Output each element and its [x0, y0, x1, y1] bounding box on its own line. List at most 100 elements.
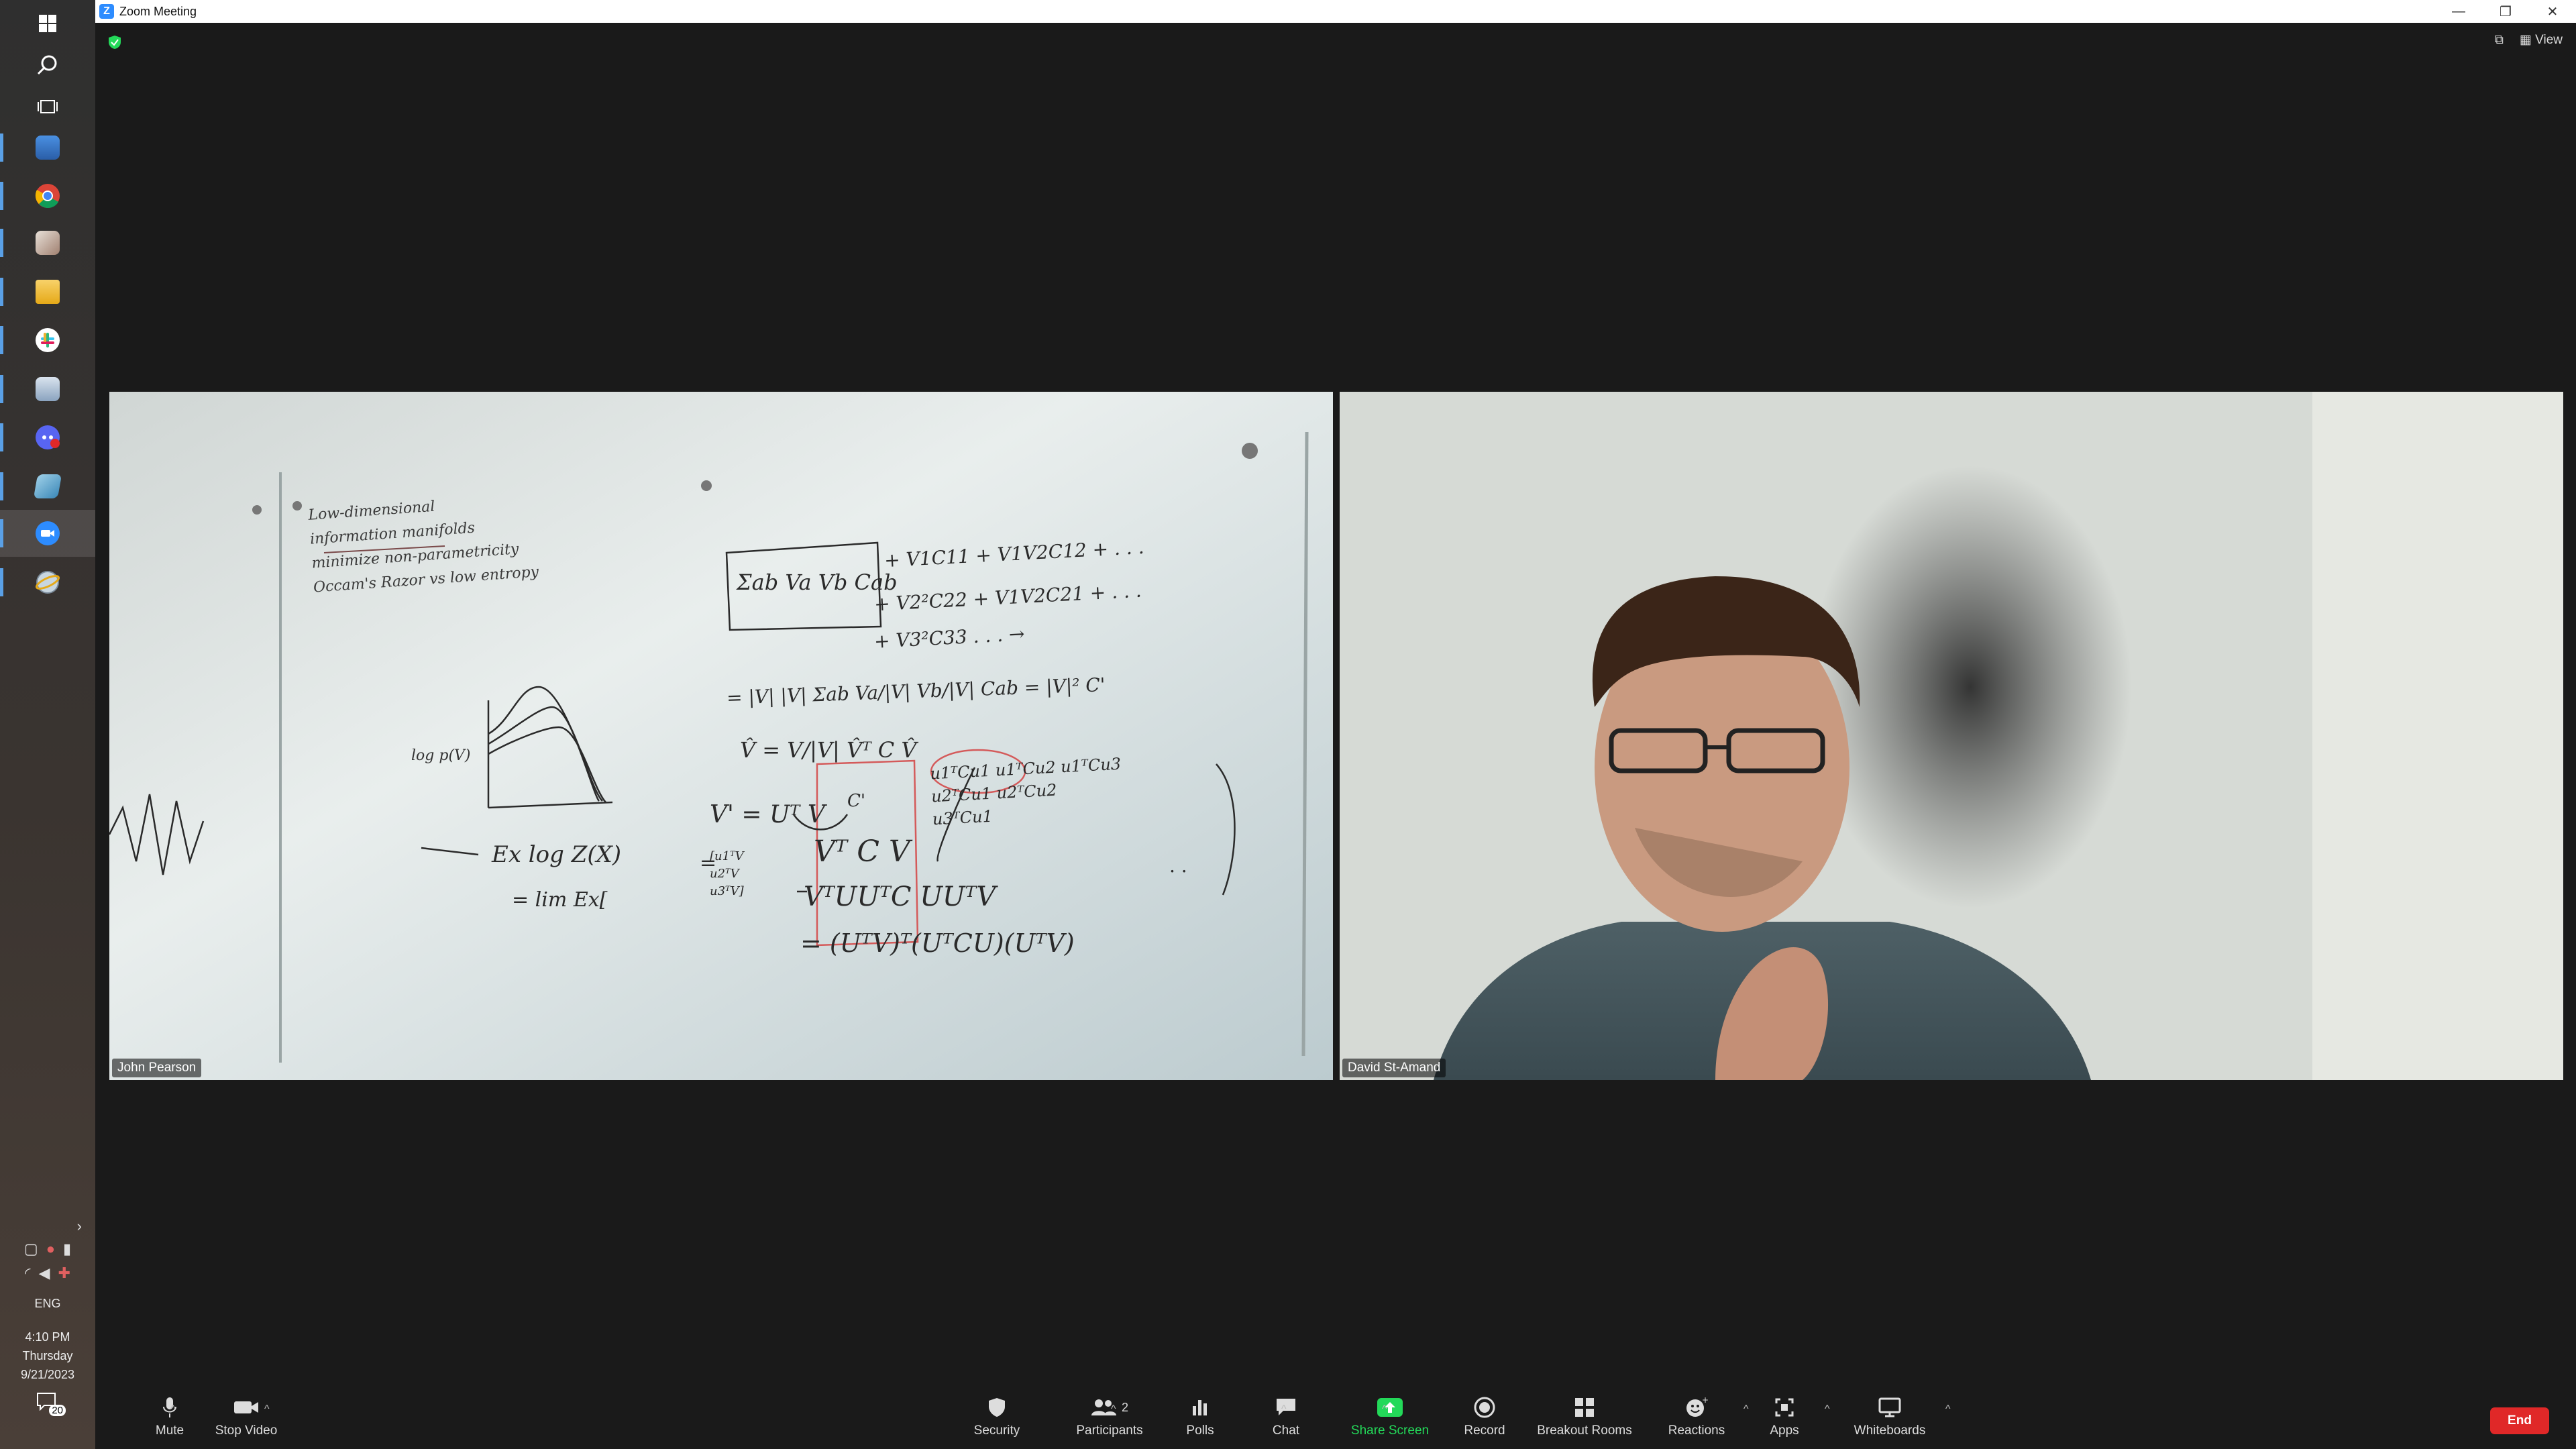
polls-button[interactable]: Polls [1167, 1394, 1234, 1438]
immersive-view-icon[interactable]: ⧉ [2494, 33, 2504, 48]
chrome-icon [35, 184, 60, 208]
view-label: View [2535, 33, 2563, 47]
chat-options-chevron-icon[interactable]: ^ [1281, 1403, 1287, 1415]
security-shield-icon [987, 1394, 1006, 1421]
whiteboard-equation: C' [847, 791, 866, 811]
taskbar-app-notes[interactable] [0, 463, 95, 510]
share-screen-button[interactable]: Share Screen [1340, 1394, 1440, 1438]
mute-button[interactable]: Mute [136, 1394, 203, 1438]
participants-icon: 2 [1091, 1394, 1128, 1421]
end-meeting-button[interactable]: End [2490, 1407, 2549, 1434]
volume-icon[interactable]: ◀ [39, 1265, 50, 1282]
restore-button[interactable]: ❐ [2482, 0, 2529, 23]
encryption-shield-icon[interactable] [107, 35, 122, 50]
whiteboards-options-chevron-icon[interactable]: ^ [1945, 1403, 1951, 1415]
show-hidden-icons-chevron-icon[interactable]: › [0, 1218, 95, 1235]
security-button[interactable]: Security [950, 1394, 1044, 1438]
clock-time: 4:10 PM [25, 1330, 70, 1344]
taskbar-app-zoom[interactable] [0, 510, 95, 557]
clock-date: 9/21/2023 [20, 1368, 75, 1381]
battery-warning-icon[interactable]: ✚ [58, 1265, 70, 1282]
zoom-logo-icon: Z [99, 4, 114, 19]
participant-name-tag: John Pearson [112, 1059, 202, 1077]
participants-button[interactable]: 2 Participants [1059, 1394, 1160, 1438]
whiteboard-equation: VᵀUUᵀC UUᵀV [804, 881, 996, 912]
participants-label: Participants [1076, 1424, 1143, 1438]
photo-app-icon [36, 231, 60, 255]
whiteboard-notes: Low-dimensional information manifolds mi… [307, 488, 539, 600]
reactions-options-chevron-icon[interactable]: ^ [1743, 1403, 1749, 1415]
share-options-chevron-icon[interactable]: ^ [1382, 1403, 1387, 1415]
whiteboard-dots: . . [1169, 855, 1187, 877]
wifi-icon[interactable]: ◜ [25, 1265, 31, 1282]
clock[interactable]: 4:10 PM Thursday 9/21/2023 [0, 1328, 95, 1384]
task-view-icon [38, 100, 58, 113]
close-icon: ✕ [2546, 4, 2559, 19]
whiteboard-equation: [u1ᵀV u2ᵀV u3ᵀV] [710, 849, 744, 898]
participant-name-tag: David St-Amand [1342, 1059, 1446, 1077]
taskbar-app-browser[interactable] [0, 559, 95, 606]
record-icon [1474, 1394, 1495, 1421]
security-label: Security [973, 1424, 1020, 1438]
whiteboard-equation: Ex log Z(X) [492, 841, 622, 868]
whiteboards-button[interactable]: Whiteboards [1839, 1394, 1940, 1438]
audio-options-chevron-icon[interactable]: ^ [170, 1403, 176, 1415]
taskbar-app-network[interactable] [0, 366, 95, 413]
meeting-toolbar: Mute ^ Stop Video ^ Security 2 Participa… [95, 1389, 2576, 1449]
video-tile-david-st-amand[interactable]: David St-Amand [1340, 392, 2563, 1080]
video-options-chevron-icon[interactable]: ^ [264, 1403, 270, 1415]
reactions-button[interactable]: + Reactions [1653, 1394, 1740, 1438]
window-title-bar: Z Zoom Meeting — ❐ ✕ [95, 0, 2576, 23]
taskbar-app-image[interactable] [0, 219, 95, 266]
notification-center-button[interactable]: 20 [36, 1392, 66, 1416]
system-tray: › ▢ ● ▮ ◜ ◀ ✚ ENG 4:10 PM Thursday 9/21/… [0, 1218, 95, 1449]
clock-day: Thursday [22, 1349, 73, 1362]
discord-icon [36, 425, 60, 449]
whiteboards-label: Whiteboards [1854, 1424, 1926, 1438]
minimize-button[interactable]: — [2435, 0, 2482, 23]
svg-text:+: + [1702, 1396, 1708, 1405]
microphone-icon[interactable]: ▮ [63, 1240, 71, 1258]
mute-label: Mute [155, 1424, 184, 1438]
task-view-button[interactable] [0, 83, 95, 130]
zoom-icon [36, 521, 60, 545]
polls-label: Polls [1186, 1424, 1214, 1438]
participants-count: 2 [1121, 1400, 1128, 1414]
remote-desktop-icon [36, 136, 60, 160]
meet-now-icon[interactable]: ▢ [24, 1240, 38, 1258]
restore-icon: ❐ [2500, 4, 2512, 19]
windows-taskbar: › ▢ ● ▮ ◜ ◀ ✚ ENG 4:10 PM Thursday 9/21/… [0, 0, 96, 1449]
taskbar-app-remote-desktop[interactable] [0, 124, 95, 171]
record-label: Record [1464, 1424, 1505, 1438]
stop-video-button[interactable]: Stop Video [196, 1394, 297, 1438]
apps-button[interactable]: Apps [1751, 1394, 1818, 1438]
close-button[interactable]: ✕ [2529, 0, 2576, 23]
record-button[interactable]: Record [1448, 1394, 1521, 1438]
grid-view-icon: ▦ [2519, 33, 2532, 47]
search-button[interactable] [0, 42, 95, 89]
breakout-rooms-button[interactable]: Breakout Rooms [1527, 1394, 1642, 1438]
globe-app-icon [35, 571, 60, 594]
video-tile-john-pearson[interactable]: Low-dimensional information manifolds mi… [109, 392, 1333, 1080]
meeting-area: ⧉ ▦ View Low-dimensional information man… [95, 23, 2576, 1389]
reactions-label: Reactions [1668, 1424, 1725, 1438]
participants-options-chevron-icon[interactable]: ^ [1111, 1403, 1116, 1415]
view-button[interactable]: ▦ View [2520, 32, 2563, 48]
whiteboard-equation: log p(V) [411, 747, 471, 764]
taskbar-app-discord[interactable] [0, 414, 95, 461]
stop-video-label: Stop Video [215, 1424, 278, 1438]
chat-button[interactable]: Chat [1252, 1394, 1320, 1438]
taskbar-app-file-explorer[interactable] [0, 268, 95, 315]
taskbar-app-slack[interactable] [0, 317, 95, 364]
input-language[interactable]: ENG [0, 1294, 95, 1313]
apps-options-chevron-icon[interactable]: ^ [1825, 1403, 1830, 1415]
camera-privacy-icon[interactable]: ● [46, 1240, 55, 1258]
taskbar-app-chrome[interactable] [0, 172, 95, 219]
network-app-icon [36, 377, 60, 401]
notes-app-icon [33, 474, 62, 498]
share-screen-icon [1377, 1394, 1403, 1421]
start-button[interactable] [0, 0, 95, 47]
whiteboard-matrix: u1ᵀCu1 u1ᵀCu2 u1ᵀCu3 u2ᵀCu1 u2ᵀCu2 u3ᵀCu… [930, 753, 1124, 831]
webcam-video-feed [1340, 392, 2563, 1080]
apps-icon [1774, 1394, 1795, 1421]
